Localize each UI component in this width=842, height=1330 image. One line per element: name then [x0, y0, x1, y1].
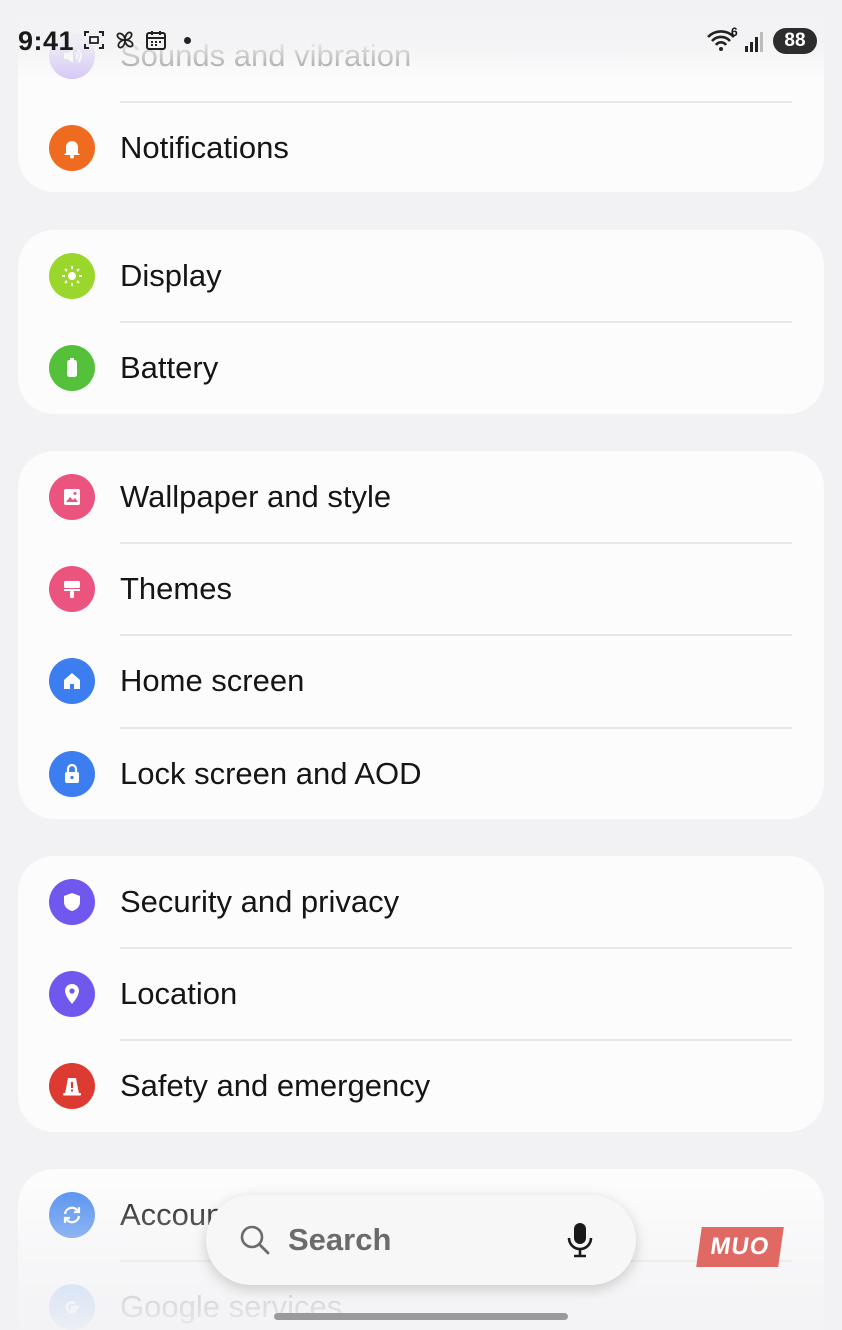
settings-screen: 9:41 6 88 Notifications Display Battery … — [0, 0, 842, 1330]
settings-item-label: Wallpaper and style — [120, 479, 392, 514]
settings-item-label: Notifications — [120, 130, 289, 165]
settings-item-lock-screen[interactable]: Lock screen and AOD — [18, 728, 824, 820]
settings-item-notifications[interactable]: Notifications — [18, 102, 824, 194]
microphone-icon[interactable] — [566, 1221, 594, 1259]
location-pin-icon — [49, 971, 95, 1017]
sync-icon — [49, 1192, 95, 1238]
settings-group-display: Display Battery — [18, 230, 824, 414]
search-placeholder: Search — [288, 1222, 392, 1257]
settings-group-security: Security and privacy Location Safety and… — [18, 856, 824, 1132]
image-icon — [49, 474, 95, 520]
home-icon — [49, 658, 95, 704]
watermark-logo: MUO — [696, 1227, 784, 1267]
settings-item-label: Themes — [120, 571, 232, 606]
settings-item-security[interactable]: Security and privacy — [18, 856, 824, 948]
battery-indicator: 88 — [773, 28, 817, 54]
settings-item-label: Battery — [120, 350, 219, 385]
paintbrush-icon — [49, 566, 95, 612]
settings-item-label: Security and privacy — [120, 884, 400, 919]
alert-icon — [49, 1063, 95, 1109]
shield-icon — [49, 879, 95, 925]
search-bar[interactable]: Search — [206, 1195, 636, 1285]
home-gesture-handle[interactable] — [274, 1313, 568, 1320]
signal-icon — [745, 32, 763, 52]
calendar-icon — [146, 31, 166, 50]
pinwheel-icon — [116, 31, 134, 49]
settings-item-label: Lock screen and AOD — [120, 756, 422, 791]
settings-item-label: Safety and emergency — [120, 1068, 431, 1103]
sun-icon — [49, 253, 95, 299]
settings-item-wallpaper[interactable]: Wallpaper and style — [18, 451, 824, 543]
settings-item-label: Display — [120, 258, 222, 293]
search-icon — [240, 1225, 270, 1255]
lock-icon — [49, 751, 95, 797]
battery-icon — [49, 345, 95, 391]
settings-item-label: Location — [120, 976, 238, 1011]
settings-item-battery[interactable]: Battery — [18, 322, 824, 414]
wifi-standard: 6 — [731, 25, 738, 39]
settings-item-home-screen[interactable]: Home screen — [18, 635, 824, 727]
settings-item-display[interactable]: Display — [18, 230, 824, 322]
notification-dot — [184, 37, 191, 44]
screenshot-icon — [84, 31, 104, 49]
status-bar: 9:41 6 88 — [0, 0, 842, 80]
settings-group-personalization: Wallpaper and style Themes Home screen L… — [18, 451, 824, 819]
settings-item-themes[interactable]: Themes — [18, 543, 824, 635]
settings-item-location[interactable]: Location — [18, 948, 824, 1040]
bell-icon — [49, 125, 95, 171]
status-time: 9:41 — [18, 26, 75, 56]
settings-item-label: Home screen — [120, 663, 305, 698]
settings-item-safety[interactable]: Safety and emergency — [18, 1040, 824, 1132]
google-icon — [49, 1284, 95, 1330]
